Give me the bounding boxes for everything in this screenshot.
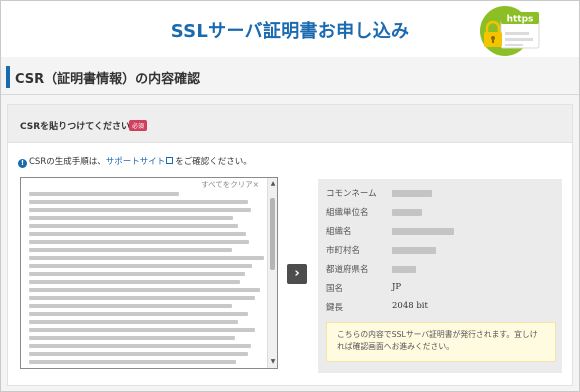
csr-textarea[interactable]: すべてをクリア× ▲ ▼: [20, 177, 278, 369]
result-label: 組織単位名: [326, 208, 369, 218]
decode-arrow-button[interactable]: ›: [287, 264, 307, 284]
csr-result-panel: コモンネーム 組織単位名組織名市町村名都道府県名国名 JP 鍵長 2048 bit こち…: [318, 179, 562, 373]
scroll-up-icon[interactable]: ▲: [269, 180, 277, 188]
redacted-line: [29, 192, 179, 196]
result-row: 組織単位名: [326, 204, 556, 220]
result-label: 組織名: [326, 227, 352, 237]
section-divider: [1, 94, 579, 95]
page-header: SSLサーバ証明書お申し込み https: [1, 1, 579, 57]
external-link-icon: [166, 157, 174, 164]
section-heading: CSR（証明書情報）の内容確認: [1, 60, 579, 94]
csr-help-text: ! CSRの生成手順は、サポートサイト をご確認ください。: [18, 155, 252, 168]
redacted-line: [29, 352, 248, 356]
redacted-line: [29, 272, 245, 276]
ssl-lock-icon: https: [480, 6, 540, 56]
result-row: 国名 JP: [326, 280, 556, 296]
redacted-line: [29, 336, 235, 340]
redacted-line: [29, 208, 251, 212]
badge-text: https: [507, 15, 534, 25]
info-icon: !: [18, 159, 27, 168]
redacted-line: [29, 200, 248, 204]
result-row: 鍵長 2048 bit: [326, 299, 556, 315]
redacted-line: [29, 224, 238, 228]
result-value-redacted: [392, 228, 454, 235]
redacted-line: [29, 312, 248, 316]
support-site-link[interactable]: サポートサイト: [106, 157, 166, 167]
section-title: CSR（証明書情報）の内容確認: [15, 72, 201, 87]
redacted-line: [29, 344, 251, 348]
csr-label: CSRを貼りつけてください: [20, 122, 131, 132]
info-prefix: CSRの生成手順は、: [29, 157, 106, 167]
result-row: 市町村名: [326, 242, 556, 258]
clear-all-button[interactable]: すべてをクリア×: [201, 179, 259, 190]
result-label: 鍵長: [326, 303, 344, 313]
section-accent-bar: [6, 66, 10, 88]
redacted-line: [29, 264, 252, 268]
result-value-redacted: [392, 209, 422, 216]
result-label: 国名: [326, 284, 344, 294]
scroll-down-icon[interactable]: ▼: [269, 358, 277, 366]
result-value: JP: [392, 282, 402, 292]
result-value-redacted: [392, 266, 416, 273]
redacted-line: [29, 296, 255, 300]
csr-panel-header: CSRを貼りつけてください 必須: [8, 105, 572, 143]
redacted-line: [29, 288, 260, 292]
info-suffix: をご確認ください。: [175, 157, 252, 167]
result-label: 市町村名: [326, 246, 361, 256]
redacted-line: [29, 328, 255, 332]
redacted-line: [29, 256, 264, 260]
result-label: 都道府県名: [326, 265, 369, 275]
redacted-line: [29, 360, 236, 364]
redacted-line: [29, 304, 232, 308]
csr-panel: CSRを貼りつけてください 必須 ! CSRの生成手順は、サポートサイト をご確認く…: [7, 104, 573, 386]
result-value-redacted: [392, 190, 432, 197]
result-row: コモンネーム: [326, 185, 556, 201]
redacted-line: [29, 248, 232, 252]
result-row: 都道府県名: [326, 261, 556, 277]
redacted-line: [29, 232, 246, 236]
issue-notice: こちらの内容でSSLサーバ証明書が発行されます。宜しければ確認画面へお進みくださ…: [326, 322, 556, 362]
result-value: 2048 bit: [392, 301, 428, 311]
redacted-line: [29, 216, 233, 220]
redacted-line: [29, 320, 238, 324]
redacted-line: [29, 240, 249, 244]
result-row: 組織名: [326, 223, 556, 239]
result-label: コモンネーム: [326, 189, 377, 199]
required-badge: 必須: [129, 120, 148, 131]
csr-scrollbar[interactable]: ▲ ▼: [267, 178, 277, 368]
scroll-thumb[interactable]: [270, 198, 275, 270]
redacted-line: [29, 280, 240, 284]
result-value-redacted: [392, 247, 436, 254]
